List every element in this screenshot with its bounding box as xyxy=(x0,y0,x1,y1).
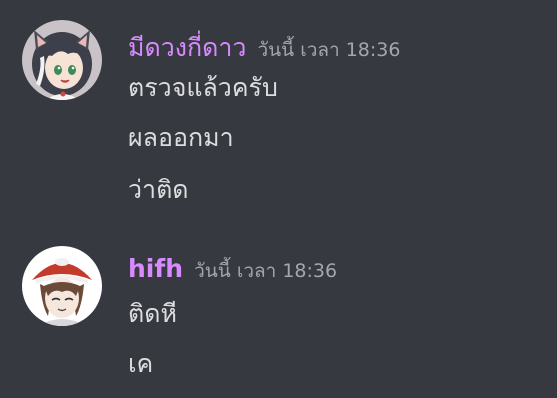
timestamp: วันนี้ เวลา 18:36 xyxy=(194,260,338,282)
message-header: มีดวงกี่ดาว วันนี้ เวลา 18:36 xyxy=(128,28,400,68)
anime-girl-avatar-icon xyxy=(22,20,102,100)
timestamp: วันนี้ เวลา 18:36 xyxy=(257,39,401,61)
anime-boy-avatar-icon xyxy=(22,246,102,326)
message-text: ตรวจแล้วครับ xyxy=(128,73,278,102)
message-text: ว่าติด xyxy=(128,175,189,204)
message-text: ติดหี xyxy=(128,299,177,328)
message-header: hifh วันนี้ เวลา 18:36 xyxy=(128,254,337,286)
username[interactable]: มีดวงกี่ดาว xyxy=(128,33,246,62)
message-text: เค xyxy=(128,349,154,378)
message-text: ผลออกมา xyxy=(128,123,234,152)
avatar[interactable] xyxy=(22,20,102,100)
avatar[interactable] xyxy=(22,246,102,326)
chat-log: มีดวงกี่ดาว วันนี้ เวลา 18:36 ตรวจแล้วคร… xyxy=(0,0,557,398)
username[interactable]: hifh xyxy=(128,254,183,283)
